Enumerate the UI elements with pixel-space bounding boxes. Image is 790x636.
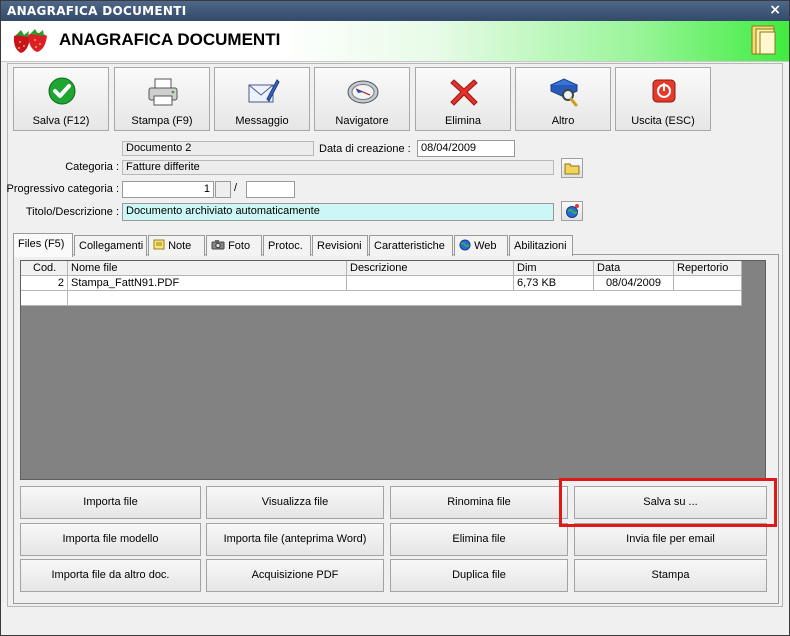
column-header[interactable]: Repertorio <box>674 261 742 276</box>
creation-date-field[interactable]: 08/04/2009 <box>417 140 515 157</box>
tab-files-label: Files (F5) <box>18 238 65 250</box>
title-label: Titolo/Descrizione : <box>25 206 119 218</box>
tab-links-label: Collegamenti <box>79 240 144 252</box>
delete-button[interactable]: Elimina <box>415 67 511 131</box>
document-name-field: Documento 2 <box>122 141 314 156</box>
module-title: ANAGRAFICA DOCUMENTI <box>59 30 281 49</box>
more-button[interactable]: Altro <box>515 67 611 131</box>
more-button-label: Altro <box>551 115 575 127</box>
send-email-button[interactable]: Invia file per email <box>574 523 767 556</box>
close-icon[interactable]: × <box>769 2 781 18</box>
tab-protocol[interactable]: Protoc. <box>263 235 311 256</box>
check-icon <box>48 77 76 105</box>
print-button-label: Stampa (F9) <box>131 115 193 127</box>
tab-permissions[interactable]: Abilitazioni <box>509 235 573 256</box>
tab-protocol-label: Protoc. <box>268 240 303 252</box>
print-file-button[interactable]: Stampa <box>574 559 767 592</box>
column-header[interactable]: Dim <box>514 261 594 276</box>
column-header[interactable]: Descrizione <box>347 261 514 276</box>
exit-button-label: Uscita (ESC) <box>631 115 695 127</box>
save-button[interactable]: Salva (F12) <box>13 67 109 131</box>
message-button-label: Messaggio <box>235 115 289 127</box>
progressive-slash: / <box>234 182 238 194</box>
table-cell <box>674 276 742 291</box>
table-cell: Stampa_FattN91.PDF <box>68 276 347 291</box>
delete-button-label: Elimina <box>444 115 482 127</box>
print-button[interactable]: Stampa (F9) <box>114 67 210 131</box>
document-registry-window: ANAGRAFICA DOCUMENTI × ANAGRAFICA DOCUME… <box>0 0 790 636</box>
table-cell: 6,73 KB <box>514 276 594 291</box>
tab-notes[interactable]: Note <box>148 235 205 256</box>
tab-revisions[interactable]: Revisioni <box>312 235 368 256</box>
compass-icon <box>347 80 379 104</box>
web-globe-button[interactable] <box>561 201 583 221</box>
progressive-field[interactable]: 1 <box>122 181 214 198</box>
import-file-button[interactable]: Importa file <box>20 486 201 519</box>
category-folder-button[interactable] <box>561 158 583 178</box>
table-cell <box>347 276 514 291</box>
column-header[interactable]: Nome file <box>68 261 347 276</box>
navigator-button[interactable]: Navigatore <box>314 67 410 131</box>
table-header-row: Cod. Nome file Descrizione Dim Data Repe… <box>21 261 742 276</box>
navigator-button-label: Navigatore <box>335 115 389 127</box>
import-other-doc-button[interactable]: Importa file da altro doc. <box>20 559 201 592</box>
folder-open-icon <box>564 163 580 175</box>
tab-revisions-label: Revisioni <box>317 240 362 252</box>
table-row[interactable] <box>21 291 742 306</box>
delete-x-icon <box>450 79 478 106</box>
pdf-acquisition-button[interactable]: Acquisizione PDF <box>206 559 384 592</box>
title-bar: ANAGRAFICA DOCUMENTI × <box>1 1 789 21</box>
import-word-preview-button[interactable]: Importa file (anteprima Word) <box>206 523 384 556</box>
tab-files[interactable]: Files (F5) <box>13 233 73 257</box>
power-icon <box>652 79 676 103</box>
view-file-button[interactable]: Visualizza file <box>206 486 384 519</box>
window-title: ANAGRAFICA DOCUMENTI <box>7 4 187 18</box>
tab-characteristics-label: Caratteristiche <box>374 240 445 252</box>
exit-button[interactable]: Uscita (ESC) <box>615 67 711 131</box>
note-icon <box>153 239 165 250</box>
files-table[interactable]: Cod. Nome file Descrizione Dim Data Repe… <box>20 260 766 480</box>
delete-file-button[interactable]: Elimina file <box>390 523 568 556</box>
message-button[interactable]: Messaggio <box>214 67 310 131</box>
column-header[interactable]: Cod. <box>21 261 68 276</box>
table-cell: 2 <box>21 276 68 291</box>
table-row[interactable]: 2 Stampa_FattN91.PDF 6,73 KB 08/04/2009 <box>21 276 742 291</box>
progressive-suffix-field[interactable] <box>246 181 295 198</box>
tab-characteristics[interactable]: Caratteristiche <box>369 235 453 256</box>
tab-links[interactable]: Collegamenti <box>74 235 147 256</box>
printer-icon <box>148 78 178 106</box>
book-search-icon <box>549 78 579 107</box>
rename-file-button[interactable]: Rinomina file <box>390 486 568 519</box>
globe-icon <box>459 239 471 251</box>
table-cell <box>68 291 742 306</box>
tab-web[interactable]: Web <box>454 235 508 256</box>
tab-permissions-label: Abilitazioni <box>514 240 567 252</box>
title-description-field[interactable]: Documento archiviato automaticamente <box>122 203 554 221</box>
save-button-label: Salva (F12) <box>32 115 90 127</box>
import-template-button[interactable]: Importa file modello <box>20 523 201 556</box>
progressive-spinner[interactable] <box>215 181 231 198</box>
folder-icon[interactable] <box>749 24 779 56</box>
tab-notes-label: Note <box>168 240 192 252</box>
progressive-label: Progressivo categoria : <box>6 183 120 195</box>
creation-date-label: Data di creazione : <box>319 143 411 155</box>
strawberries-icon <box>13 29 47 53</box>
category-label: Categoria : <box>65 161 119 173</box>
category-field: Fatture differite <box>122 160 554 175</box>
table-cell: 08/04/2009 <box>594 276 674 291</box>
camera-icon <box>211 240 225 250</box>
globe-icon <box>566 204 579 218</box>
envelope-pen-icon <box>248 79 280 103</box>
module-header: ANAGRAFICA DOCUMENTI <box>1 21 789 62</box>
duplicate-file-button[interactable]: Duplica file <box>390 559 568 592</box>
column-header[interactable]: Data <box>594 261 674 276</box>
tab-photo[interactable]: Foto <box>206 235 262 256</box>
tab-web-label: Web <box>474 240 497 252</box>
table-cell <box>21 291 68 306</box>
save-to-button[interactable]: Salva su ... <box>574 486 767 519</box>
tab-photo-label: Foto <box>228 240 251 252</box>
